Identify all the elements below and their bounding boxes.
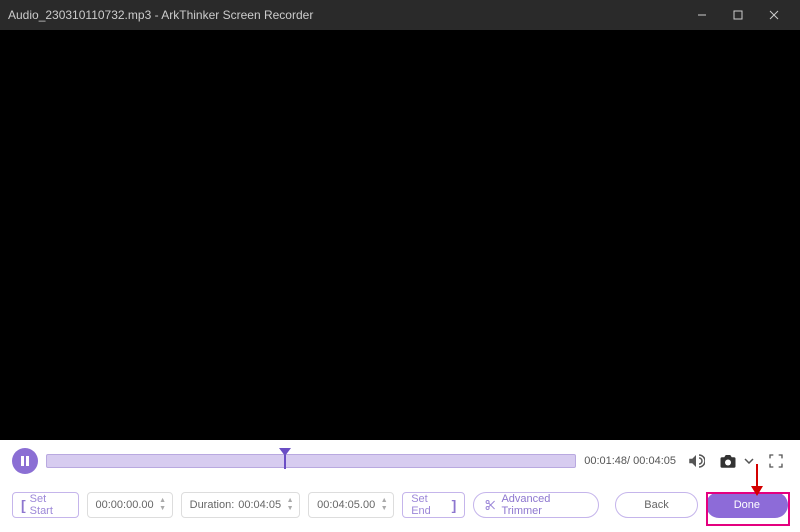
pause-icon xyxy=(21,456,29,466)
screenshot-dropdown[interactable] xyxy=(742,449,756,473)
window-controls xyxy=(684,0,792,30)
set-start-button[interactable]: [ Set Start xyxy=(12,492,79,518)
advanced-trimmer-button[interactable]: Advanced Trimmer xyxy=(473,492,599,518)
bracket-left-icon: [ xyxy=(21,497,26,513)
pause-button[interactable] xyxy=(12,448,38,474)
start-time-field[interactable]: 00:00:00.00 ▲▼ xyxy=(87,492,173,518)
chevron-down-icon xyxy=(744,458,754,464)
progress-bar[interactable] xyxy=(46,452,576,470)
time-display: 00:01:48/ 00:04:05 xyxy=(584,455,676,467)
end-time-stepper[interactable]: ▲▼ xyxy=(379,497,389,513)
window-title: Audio_230310110732.mp3 - ArkThinker Scre… xyxy=(8,8,684,22)
done-button[interactable]: Done xyxy=(706,492,788,518)
filename: Audio_230310110732.mp3 xyxy=(8,8,151,22)
video-preview-area xyxy=(0,30,800,440)
back-button[interactable]: Back xyxy=(615,492,697,518)
app-name: ArkThinker Screen Recorder xyxy=(161,8,313,22)
start-time-stepper[interactable]: ▲▼ xyxy=(158,497,168,513)
close-button[interactable] xyxy=(756,0,792,30)
minimize-button[interactable] xyxy=(684,0,720,30)
screenshot-button[interactable] xyxy=(716,449,740,473)
volume-icon xyxy=(687,452,705,470)
trim-controls: [ Set Start 00:00:00.00 ▲▼ Duration:00:0… xyxy=(0,482,800,528)
duration-stepper[interactable]: ▲▼ xyxy=(285,497,295,513)
end-time-field[interactable]: 00:04:05.00 ▲▼ xyxy=(308,492,394,518)
fullscreen-button[interactable] xyxy=(764,449,788,473)
maximize-button[interactable] xyxy=(720,0,756,30)
duration-field[interactable]: Duration:00:04:05 ▲▼ xyxy=(181,492,300,518)
total-time: 00:04:05 xyxy=(633,455,676,467)
set-end-button[interactable]: Set End ] xyxy=(402,492,465,518)
camera-icon xyxy=(719,453,737,469)
volume-button[interactable] xyxy=(684,449,708,473)
playback-controls: 00:01:48/ 00:04:05 xyxy=(0,440,800,482)
fullscreen-icon xyxy=(768,453,784,469)
bracket-right-icon: ] xyxy=(452,497,457,513)
scissors-icon xyxy=(484,499,497,511)
current-time: 00:01:48 xyxy=(584,455,627,467)
titlebar: Audio_230310110732.mp3 - ArkThinker Scre… xyxy=(0,0,800,30)
